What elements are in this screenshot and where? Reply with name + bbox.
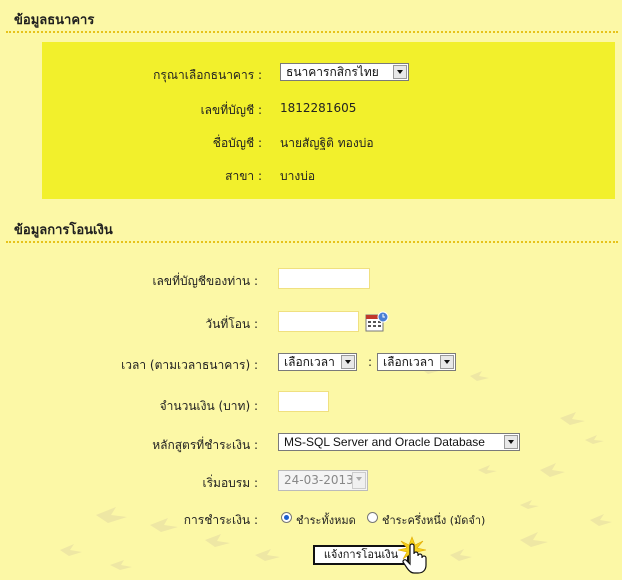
chevron-down-icon <box>393 65 407 79</box>
hour-select[interactable]: เลือกเวลา <box>278 353 357 371</box>
chevron-down-icon <box>341 355 355 369</box>
minute-select[interactable]: เลือกเวลา <box>377 353 456 371</box>
account-number-label: เลขที่บัญชี : <box>200 103 262 117</box>
start-date-value: 24-03-2013 <box>284 473 354 487</box>
transfer-section-title: ข้อมูลการโอนเงิน <box>14 223 113 238</box>
chevron-down-icon <box>352 472 366 489</box>
your-account-input[interactable] <box>278 268 370 289</box>
bank-section-title: ข้อมูลธนาคาร <box>14 13 95 28</box>
bank-select[interactable]: ธนาคารกสิกรไทย <box>280 63 409 81</box>
divider <box>6 241 618 243</box>
chevron-down-icon <box>440 355 454 369</box>
course-select-value: MS-SQL Server and Oracle Database <box>284 435 485 449</box>
minute-select-value: เลือกเวลา <box>383 355 434 369</box>
transfer-time-label: เวลา (ตามเวลาธนาคาร) : <box>121 358 258 372</box>
divider <box>6 31 618 33</box>
account-number-value: 1812281605 <box>280 101 357 115</box>
account-name-value: นายสัญฐิติ ทองบ่อ <box>280 136 374 150</box>
start-date-label: เริ่มอบรม : <box>202 476 259 490</box>
hand-cursor-icon <box>397 536 427 574</box>
course-select[interactable]: MS-SQL Server and Oracle Database <box>278 433 520 451</box>
calendar-icon[interactable] <box>365 311 389 333</box>
your-account-label: เลขที่บัญชีของท่าน : <box>152 274 258 288</box>
course-label: หลักสูตรที่ชำระเงิน : <box>152 438 258 452</box>
payment-full-radio[interactable] <box>281 512 292 523</box>
hour-select-value: เลือกเวลา <box>284 355 335 369</box>
branch-label: สาขา : <box>225 169 262 183</box>
start-date-select: 24-03-2013 <box>278 470 368 491</box>
amount-input[interactable] <box>278 391 329 412</box>
branch-value: บางบ่อ <box>280 169 316 183</box>
payment-label: การชำระเงิน : <box>183 513 258 527</box>
submit-transfer-button[interactable]: แจ้งการโอนเงิน <box>313 545 409 565</box>
account-name-label: ชื่อบัญชี : <box>212 136 262 150</box>
payment-half-label: ชำระครึ่งหนึ่ง (มัดจำ) <box>382 514 486 527</box>
transfer-date-input[interactable] <box>278 311 359 332</box>
payment-full-label: ชำระทั้งหมด <box>296 514 356 527</box>
transfer-date-label: วันที่โอน : <box>205 317 258 331</box>
time-separator: : <box>368 355 373 369</box>
bank-select-label: กรุณาเลือกธนาคาร : <box>153 68 262 82</box>
bank-select-value: ธนาคารกสิกรไทย <box>286 65 379 79</box>
chevron-down-icon <box>504 435 518 449</box>
payment-half-radio[interactable] <box>367 512 378 523</box>
amount-label: จำนวนเงิน (บาท) : <box>159 399 258 413</box>
